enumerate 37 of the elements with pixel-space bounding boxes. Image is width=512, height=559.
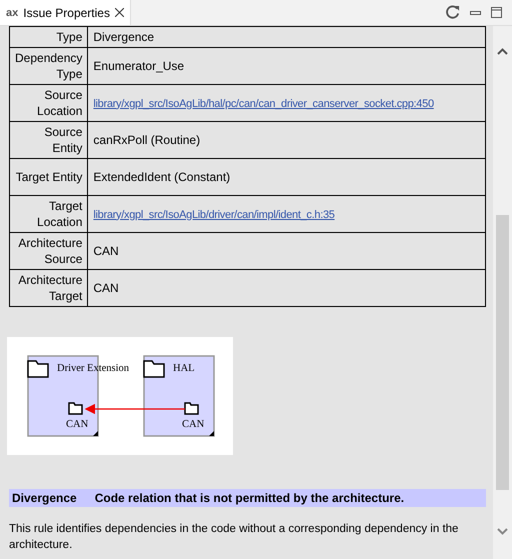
property-value: Enumerator_Use [88,48,486,84]
folder-icon [27,360,49,378]
scrollbar[interactable] [493,26,512,559]
rule-description: This rule identifies dependencies in the code without a corresponding dependency in the architecture. [9,522,460,553]
property-label: Source Location [10,84,88,122]
folder-icon [143,360,165,378]
component-name: HAL [173,363,195,374]
scroll-thumb[interactable] [496,215,509,490]
folder-icon [68,402,83,415]
issue-properties-tab[interactable]: ax Issue Properties [0,0,131,25]
property-label: Dependency Type [10,48,88,84]
component-name: CAN [182,419,204,430]
property-value: CAN [88,270,486,306]
scroll-up-icon[interactable] [497,48,508,55]
property-label: Architecture Source [10,232,88,270]
minimize-icon[interactable] [470,10,481,14]
app-logo: ax [6,6,18,18]
folder-icon [184,402,199,415]
rule-summary: Code relation that is not permitted by the architecture. [94,491,404,505]
close-icon[interactable] [114,8,124,17]
component-name: Driver Extension [57,363,130,374]
property-label: Target Entity [10,158,88,196]
maximize-icon[interactable] [491,7,502,18]
property-value: Divergence [88,26,486,48]
property-label: Type [10,26,88,48]
property-value: canRxPoll (Routine) [88,122,486,158]
refresh-icon[interactable] [445,5,460,20]
property-label: Target Location [10,196,88,232]
property-value: CAN [88,232,486,270]
property-label: Source Entity [10,122,88,158]
property-value: ExtendedIdent (Constant) [88,158,486,196]
rule-name: Divergence [12,491,77,505]
location-link[interactable]: library/xgpl_src/IsoAgLib/driver/can/impl/ident_c.h:35 [93,208,335,220]
component-name: CAN [66,419,88,430]
tab-title: Issue Properties [23,6,110,20]
property-label: Architecture Target [10,270,88,306]
scroll-down-icon[interactable] [497,528,508,535]
